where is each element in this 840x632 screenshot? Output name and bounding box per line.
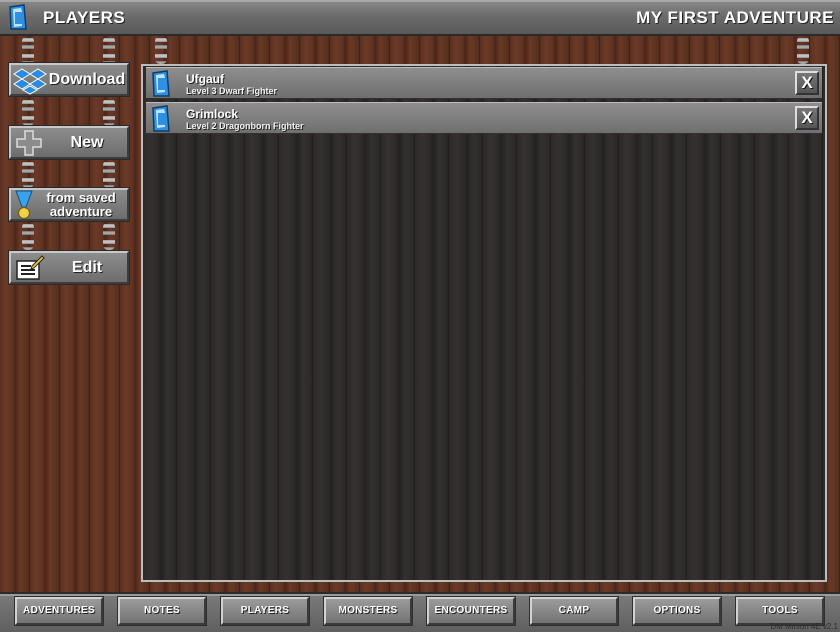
from-saved-adventure-label: from saved adventure [35,191,127,219]
player-name: Ufgauf [186,72,224,86]
edit-note-icon [13,253,45,288]
tab-notes[interactable]: NOTES [118,597,206,625]
download-label: Download [48,71,126,88]
tab-players[interactable]: PLAYERS [221,597,309,625]
dropbox-icon [13,65,49,100]
player-card-icon [149,70,171,103]
tab-adventures[interactable]: ADVENTURES [15,597,103,625]
chain-decoration [103,160,115,188]
chain-decoration [22,98,34,126]
medal-icon [13,190,35,225]
chain-decoration [22,222,34,250]
tab-encounters[interactable]: ENCOUNTERS [427,597,515,625]
bottom-nav-bar: ADVENTURES NOTES PLAYERS MONSTERS ENCOUN… [0,592,840,632]
chain-decoration [22,36,34,66]
chain-decoration [103,98,115,126]
edit-label: Edit [71,259,103,276]
download-button[interactable]: Download [9,63,129,96]
chain-decoration [155,36,167,64]
chain-decoration [797,36,809,64]
adventure-title: MY FIRST ADVENTURE [636,8,834,27]
from-saved-adventure-button[interactable]: from saved adventure [9,188,129,221]
delete-player-button[interactable]: X [795,106,819,130]
player-description: Level 3 Dwarf Fighter [186,86,278,96]
tab-camp[interactable]: CAMP [530,597,618,625]
player-row[interactable]: Ufgauf Level 3 Dwarf Fighter X [146,67,822,99]
player-card-icon [6,3,28,36]
chain-decoration [103,36,115,66]
player-name: Grimlock [186,107,239,121]
chain-decoration [22,160,34,188]
tab-options[interactable]: OPTIONS [633,597,721,625]
edit-button[interactable]: Edit [9,251,129,284]
plus-icon [13,128,45,163]
new-label: New [70,134,104,151]
header-bar: PLAYERS MY FIRST ADVENTURE [0,0,840,36]
player-description: Level 2 Dragonborn Fighter [186,121,304,131]
page-title: PLAYERS [43,8,126,27]
new-button[interactable]: New [9,126,129,159]
player-card-icon [149,105,171,138]
tab-tools[interactable]: TOOLS [736,597,824,625]
players-list-panel[interactable]: Ufgauf Level 3 Dwarf Fighter X Grimlock … [141,64,827,582]
tab-monsters[interactable]: MONSTERS [324,597,412,625]
player-row[interactable]: Grimlock Level 2 Dragonborn Fighter X [146,102,822,134]
chain-decoration [103,222,115,250]
label-line-2: adventure [49,204,113,219]
delete-player-button[interactable]: X [795,71,819,95]
label-line-1: from saved [46,190,116,205]
